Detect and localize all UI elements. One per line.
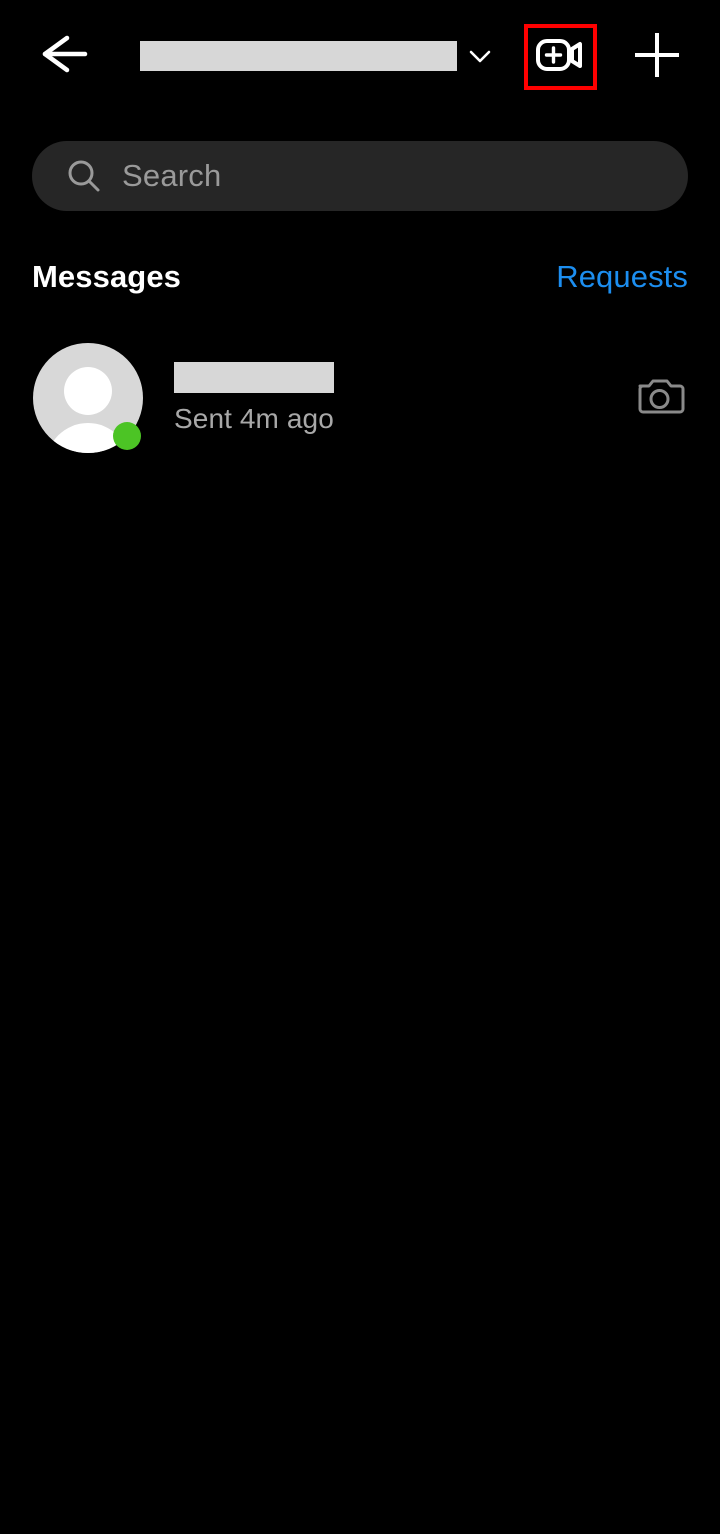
- contact-name-redacted: [174, 362, 334, 393]
- top-bar: [0, 0, 720, 112]
- page-title: Messages: [32, 259, 182, 294]
- camera-icon: [635, 374, 685, 423]
- search-placeholder: Search: [122, 158, 222, 193]
- chevron-down-icon[interactable]: [457, 33, 503, 79]
- status-badge: [113, 422, 141, 450]
- back-button[interactable]: [26, 26, 100, 86]
- account-switcher[interactable]: [140, 26, 503, 86]
- avatar[interactable]: [33, 343, 145, 455]
- account-name-redacted: [140, 41, 457, 71]
- new-message-button[interactable]: [622, 24, 692, 90]
- arrow-left-icon: [35, 32, 91, 81]
- conversation-status: Sent 4m ago: [174, 403, 334, 434]
- conversation-text: Sent 4m ago: [174, 362, 334, 435]
- video-call-button[interactable]: [524, 24, 597, 90]
- search-icon: [64, 156, 104, 196]
- table-row[interactable]: Sent 4m ago: [0, 340, 720, 458]
- camera-button[interactable]: [634, 372, 686, 424]
- video-call-add-icon: [535, 34, 587, 81]
- requests-link[interactable]: Requests: [556, 259, 688, 295]
- search-input[interactable]: Search: [32, 141, 688, 211]
- plus-icon: [631, 29, 683, 86]
- avatar-head-shape: [64, 367, 112, 415]
- messages-section-header: Messages Requests: [32, 255, 688, 299]
